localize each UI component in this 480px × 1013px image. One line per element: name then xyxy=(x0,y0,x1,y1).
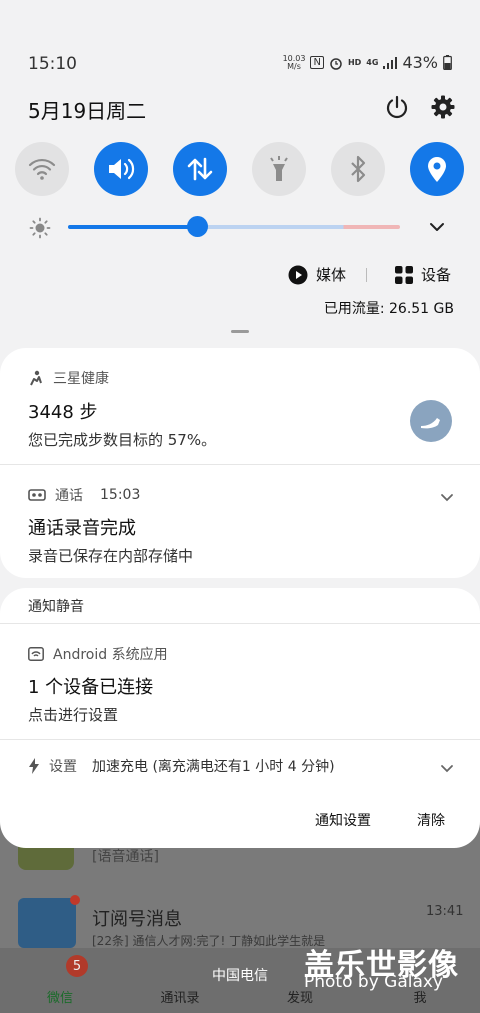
watermark-subtitle: Photo by Galaxy xyxy=(304,972,444,992)
carrier-label: 中国电信 xyxy=(212,968,268,984)
divider xyxy=(0,464,480,465)
tab-contacts: 通讯录 xyxy=(160,991,200,1006)
section-header: 通知静音 xyxy=(28,599,84,615)
nfc-icon: N xyxy=(310,56,324,69)
battery-percent: 43% xyxy=(402,53,438,72)
play-icon xyxy=(288,265,308,284)
date-label: 5月19日周二 xyxy=(28,99,147,123)
bluetooth-icon xyxy=(351,155,366,183)
network-type: 4G xyxy=(366,58,379,67)
notification-title[interactable]: 3448 步 xyxy=(28,398,98,424)
brightness-icon xyxy=(29,217,51,239)
flashlight-icon xyxy=(270,156,288,181)
notification-app-name: 通话 xyxy=(55,488,83,504)
notification-body[interactable]: 点击进行设置 xyxy=(28,704,118,725)
notification-body[interactable]: 您已完成步数目标的 57%。 xyxy=(28,429,216,450)
chat-preview: [22条] 通信人才网:完了! 丁静如此学生就是 xyxy=(92,934,326,948)
notification-title[interactable]: 通话录音完成 xyxy=(28,514,136,540)
notification-app-name: 设置 xyxy=(49,759,77,775)
notification-app-name: 三星健康 xyxy=(53,371,109,387)
bluetooth-tile[interactable] xyxy=(331,142,385,196)
alarm-icon xyxy=(330,57,342,70)
signal-icon xyxy=(383,56,398,69)
power-icon[interactable] xyxy=(384,94,410,120)
clear-button[interactable]: 清除 xyxy=(417,810,445,830)
media-label: 媒体 xyxy=(316,266,347,284)
notification-body[interactable]: 录音已保存在内部存储中 xyxy=(28,545,193,566)
notification-time: 15:03 xyxy=(100,487,141,503)
notification-app-row: 设置 加速充电 (离充满电还有1 小时 4 分钟) xyxy=(28,756,335,776)
data-arrows-icon xyxy=(187,157,213,181)
unread-dot xyxy=(70,895,80,905)
unread-badge: 5 xyxy=(66,955,88,977)
devices-label: 设备 xyxy=(421,266,452,284)
network-speed-unit: M/s xyxy=(287,61,301,71)
data-usage-label: 已用流量: 26.51 GB xyxy=(323,301,454,317)
divider xyxy=(366,268,367,282)
notification-settings-button[interactable]: 通知设置 xyxy=(315,810,371,830)
speaker-icon xyxy=(109,158,135,180)
wifi-hotspot-icon xyxy=(28,647,44,661)
wifi-icon xyxy=(28,158,56,180)
chat-preview: [语音通话] xyxy=(92,849,159,865)
divider xyxy=(0,739,480,740)
notification-group: 三星健康 3448 步 您已完成步数目标的 57%。 通话 15:03 通话录音… xyxy=(0,348,480,578)
chevron-down-icon[interactable] xyxy=(428,218,446,236)
flashlight-tile[interactable] xyxy=(252,142,306,196)
battery-charging-icon xyxy=(443,55,452,70)
notification-title[interactable]: 1 个设备已连接 xyxy=(28,673,153,699)
notification-app-name: Android 系统应用 xyxy=(53,647,168,663)
silent-notifications-card: 通知静音 Android 系统应用 1 个设备已连接 点击进行设置 设置 加速充… xyxy=(0,588,480,848)
brightness-slider[interactable] xyxy=(68,225,400,229)
divider xyxy=(0,623,480,624)
health-action-button[interactable] xyxy=(410,400,452,442)
drag-handle[interactable] xyxy=(231,330,249,333)
tab-wechat: 微信 xyxy=(46,991,73,1006)
call-recording-icon xyxy=(28,489,46,501)
status-time: 15:10 xyxy=(28,54,77,74)
gear-icon[interactable] xyxy=(430,94,456,120)
hd-label: HD xyxy=(347,58,362,67)
status-icons: 10.03 M/s N HD 4G 43% xyxy=(283,53,452,72)
subscription-avatar xyxy=(18,898,76,948)
location-tile[interactable] xyxy=(410,142,464,196)
sound-tile[interactable] xyxy=(94,142,148,196)
devices-button[interactable]: 设备 xyxy=(395,264,451,285)
notification-body[interactable]: 加速充电 (离充满电还有1 小时 4 分钟) xyxy=(92,756,335,776)
chat-time: 13:41 xyxy=(426,904,464,919)
wifi-tile[interactable] xyxy=(15,142,69,196)
notification-app-row: 三星健康 xyxy=(28,368,109,388)
chat-title: 订阅号消息 xyxy=(92,909,182,930)
media-button[interactable]: 媒体 xyxy=(288,264,346,285)
chevron-down-icon[interactable] xyxy=(440,490,454,504)
health-app-icon xyxy=(30,370,42,386)
location-icon xyxy=(428,157,446,182)
brightness-slider-thumb[interactable] xyxy=(186,216,208,237)
charging-bolt-icon xyxy=(29,758,39,774)
chevron-down-icon[interactable] xyxy=(440,761,454,775)
shoe-icon xyxy=(421,418,440,429)
mobile-data-tile[interactable] xyxy=(173,142,227,196)
devices-grid-icon xyxy=(395,265,413,284)
notification-app-row: 通话 15:03 xyxy=(28,485,140,505)
notification-app-row: Android 系统应用 xyxy=(28,644,168,664)
network-speed: 10.03 M/s xyxy=(283,54,306,71)
